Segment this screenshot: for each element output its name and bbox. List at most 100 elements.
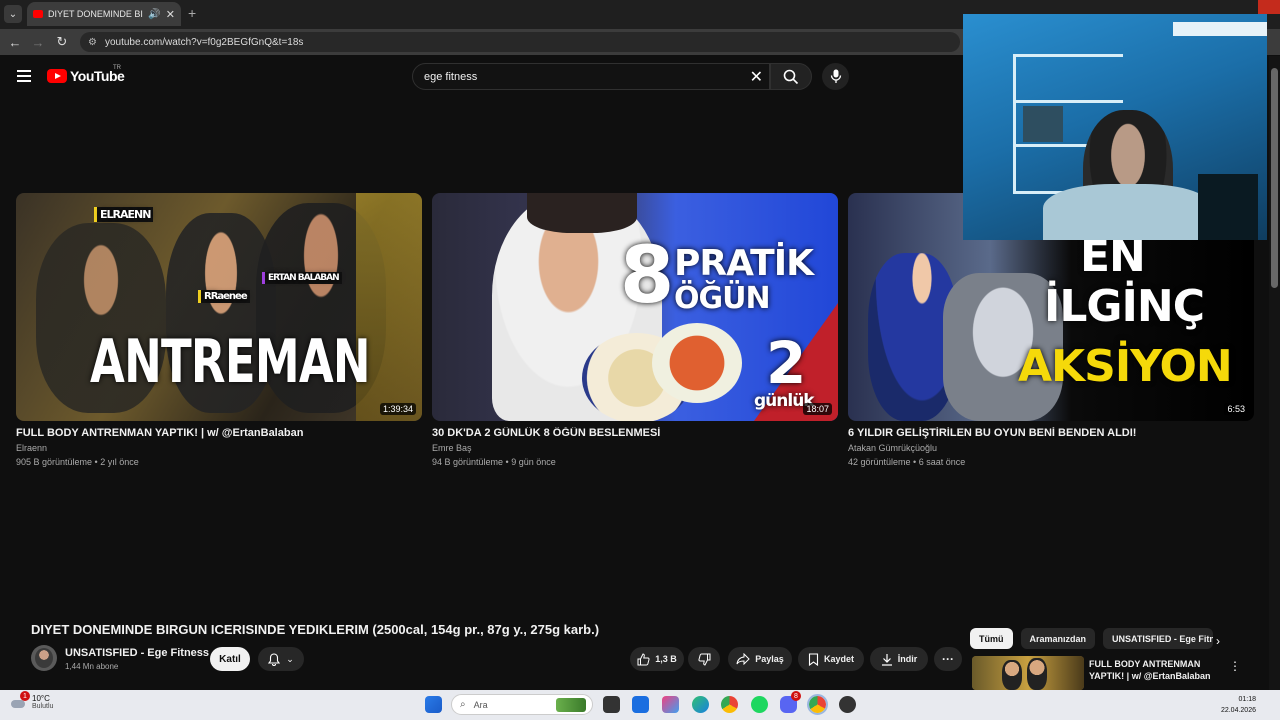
taskbar-search-placeholder: Ara — [473, 699, 488, 710]
voice-search-button[interactable] — [822, 63, 849, 90]
thumbs-up-icon — [637, 652, 650, 665]
thumbnail-text: 8 — [620, 231, 674, 321]
video-duration: 1:39:34 — [379, 403, 416, 415]
video-meta: 905 B görüntüleme • 2 yıl önce — [16, 457, 139, 467]
search-button[interactable] — [770, 63, 812, 90]
tab-title: DIYET DONEMINDE BIRGUN — [48, 9, 143, 19]
video-channel[interactable]: Elraenn — [16, 443, 422, 453]
address-bar[interactable]: ⚙ youtube.com/watch?v=f0g2BEGfGnQ&t=18s — [80, 32, 960, 52]
webcam-overlay — [963, 14, 1267, 240]
weather-desc: Bulutlu — [32, 703, 54, 710]
notification-badge: 1 — [20, 691, 30, 701]
thumbnail-text: ANTREMAN — [90, 327, 371, 397]
avatar[interactable] — [31, 645, 57, 671]
chrome-icon[interactable] — [721, 696, 738, 713]
discord-badge: 8 — [791, 691, 801, 701]
reload-icon[interactable]: ↻ — [53, 33, 71, 51]
save-label: Kaydet — [823, 654, 854, 664]
address-url: youtube.com/watch?v=f0g2BEGfGnQ&t=18s — [104, 36, 304, 48]
video-title[interactable]: 6 YILDIR GELİŞTİRİLEN BU OYUN BENİ BENDE… — [848, 427, 1254, 439]
mail-icon[interactable] — [632, 696, 649, 713]
tab-search-button[interactable]: ⌄ — [4, 5, 22, 23]
chip-channel[interactable]: UNSATISFIED - Ege Fitne — [1103, 628, 1214, 649]
task-view-icon[interactable] — [603, 696, 620, 713]
download-button[interactable]: İndir — [870, 647, 928, 671]
obs-icon[interactable] — [839, 696, 856, 713]
windows-start-icon[interactable] — [425, 696, 442, 713]
search-highlight-icon — [556, 698, 586, 712]
filter-chips: Tümü Aramanızdan UNSATISFIED - Ege Fitne — [970, 628, 1214, 649]
chip-all[interactable]: Tümü — [970, 628, 1013, 649]
thumbnail-text: RRaenee — [198, 290, 250, 303]
recommendation-thumbnail[interactable] — [972, 656, 1084, 690]
system-clock[interactable]: 01:18 22.04.2026 — [1221, 694, 1256, 716]
video-card[interactable]: ELRAENN RRaenee ERTAN BALABAN ANTREMAN 1… — [16, 193, 422, 467]
microphone-icon — [830, 69, 841, 83]
search-icon: ⌕ — [460, 699, 466, 710]
join-button[interactable]: Katıl — [210, 647, 250, 671]
bell-icon — [268, 652, 281, 666]
video-card[interactable]: 8 PRATİK ÖĞÜN 2 günlük 18:07 30 DK'DA 2 … — [432, 193, 838, 467]
more-horizontal-icon: ··· — [942, 652, 954, 666]
share-button[interactable]: Paylaş — [728, 647, 792, 671]
thumbs-down-icon — [697, 653, 710, 666]
search-icon — [783, 69, 799, 84]
browser-tab[interactable]: DIYET DONEMINDE BIRGUN 🔊 ✕ — [27, 2, 181, 26]
share-label: Paylaş — [755, 654, 784, 664]
close-tab-icon[interactable]: ✕ — [166, 8, 175, 21]
forward-icon[interactable]: → — [29, 33, 47, 51]
video-thumbnail[interactable]: 8 PRATİK ÖĞÜN 2 günlük 18:07 — [432, 193, 838, 421]
window-close-button[interactable] — [1258, 0, 1280, 14]
speaker-icon[interactable]: 🔊 — [148, 9, 160, 20]
youtube-favicon-icon — [33, 10, 43, 18]
weather-widget[interactable]: 1 10°C Bulutlu — [10, 691, 54, 710]
thumbnail-text: ERTAN BALABAN — [262, 272, 342, 284]
scrollbar-thumb[interactable] — [1271, 68, 1278, 288]
youtube-logo[interactable]: YouTube TR — [47, 65, 125, 84]
chrome-active-icon[interactable] — [807, 694, 828, 715]
taskbar-search[interactable]: ⌕ Ara — [451, 694, 593, 715]
menu-icon[interactable] — [17, 70, 31, 82]
chevron-right-icon[interactable]: › — [1216, 634, 1220, 648]
more-actions-button[interactable]: ··· — [934, 647, 962, 671]
video-title[interactable]: 30 DK'DA 2 GÜNLÜK 8 ÖĞÜN BESLENMESİ — [432, 427, 838, 439]
video-title[interactable]: FULL BODY ANTRENMAN YAPTIK! | w/ @ErtanB… — [16, 427, 422, 439]
search-input[interactable]: ege fitness ✕ — [412, 63, 770, 90]
video-duration: 6:53 — [1224, 403, 1248, 415]
youtube-play-icon — [47, 69, 67, 83]
page-scrollbar[interactable] — [1269, 56, 1280, 690]
video-thumbnail[interactable]: ELRAENN RRaenee ERTAN BALABAN ANTREMAN 1… — [16, 193, 422, 421]
thumbnail-text: ÖĞÜN — [674, 281, 771, 316]
discord-icon[interactable]: 8 — [780, 691, 801, 713]
cloud-icon: 1 — [10, 691, 30, 710]
spotify-icon[interactable] — [751, 696, 768, 713]
chevron-down-icon: ⌄ — [286, 653, 294, 664]
video-channel[interactable]: Atakan Gümrükçüoğlu — [848, 443, 1254, 453]
thumbnail-text: AKSİYON — [1018, 341, 1233, 392]
more-vertical-icon[interactable]: ⋮ — [1229, 659, 1241, 673]
search-value: ege fitness — [424, 70, 478, 83]
thumbnail-text: PRATİK — [674, 243, 814, 284]
recommendation-title[interactable]: FULL BODY ANTRENMAN YAPTIK! | w/ @ErtanB… — [1089, 658, 1219, 682]
watch-video-title: DIYET DONEMINDE BIRGUN ICERISINDE YEDIKL… — [31, 622, 600, 637]
edge-icon[interactable] — [692, 696, 709, 713]
channel-name[interactable]: UNSATISFIED - Ege Fitness — [65, 647, 209, 659]
new-tab-button[interactable]: + — [188, 5, 196, 21]
video-meta: 94 B görüntüleme • 9 gün önce — [432, 457, 556, 467]
bookmark-icon — [808, 652, 819, 666]
country-code: TR — [113, 65, 121, 71]
like-button[interactable]: 1,3 B — [630, 647, 684, 671]
dislike-button[interactable] — [688, 647, 720, 671]
save-button[interactable]: Kaydet — [798, 647, 864, 671]
clear-search-icon[interactable]: ✕ — [750, 67, 763, 87]
thumbnail-text: ELRAENN — [94, 207, 154, 222]
video-channel[interactable]: Emre Baş — [432, 443, 838, 453]
like-count: 1,3 B — [655, 654, 677, 664]
video-duration: 18:07 — [803, 403, 832, 415]
copilot-icon[interactable] — [662, 696, 679, 713]
site-info-icon[interactable]: ⚙ — [88, 37, 97, 48]
notification-button[interactable]: ⌄ — [258, 647, 304, 671]
back-icon[interactable]: ← — [6, 33, 24, 51]
video-meta: 42 görüntüleme • 6 saat önce — [848, 457, 966, 467]
chip-from-search[interactable]: Aramanızdan — [1020, 628, 1096, 649]
